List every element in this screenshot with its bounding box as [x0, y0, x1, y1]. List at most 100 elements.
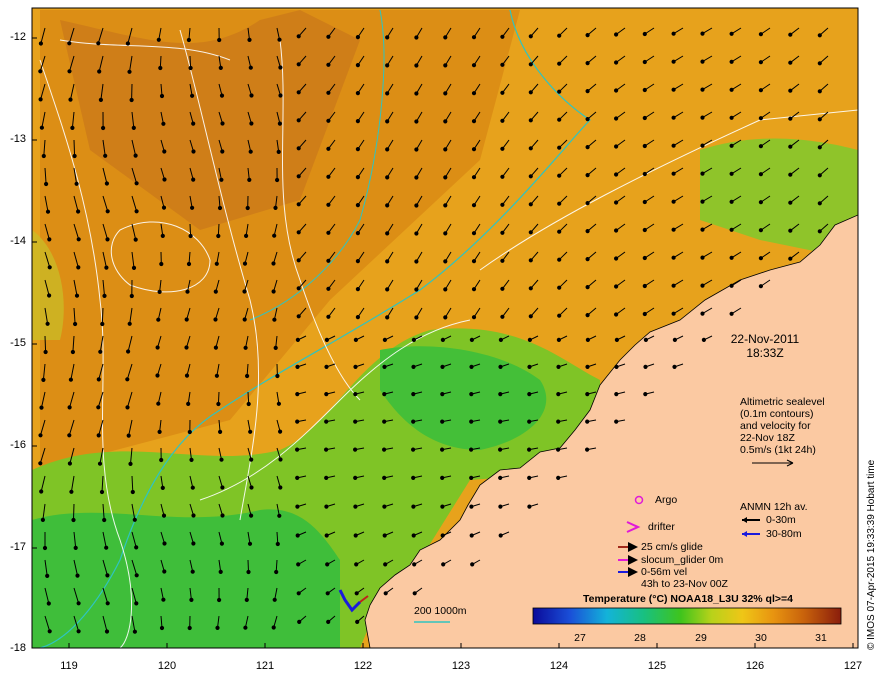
velocity-arrow-head [189, 457, 194, 462]
velocity-arrow-head [671, 171, 676, 176]
velocity-arrow-head [190, 93, 195, 98]
velocity-arrow-head [528, 314, 533, 319]
velocity-arrow-head [161, 121, 166, 126]
velocity-arrow-head [73, 321, 78, 327]
velocity-arrow-head [556, 337, 562, 342]
velocity-arrow-head [213, 289, 218, 294]
velocity-arrow-head [385, 259, 390, 264]
velocity-arrow-head [585, 201, 590, 206]
map-datetime: 22-Nov-2011 18:33Z [700, 332, 830, 360]
velocity-arrow-head [498, 392, 503, 397]
velocity-arrow-head [277, 37, 282, 42]
velocity-arrow-head [700, 87, 705, 92]
velocity-arrow-head [68, 377, 74, 382]
velocity-arrow-head [130, 489, 135, 495]
velocity-arrow-head [75, 573, 80, 578]
velocity-arrow-head [355, 119, 360, 124]
velocity-arrow-head [412, 562, 417, 567]
velocity-arrow-head [671, 227, 676, 232]
velocity-arrow-head [642, 311, 647, 317]
velocity-arrow-head [528, 146, 533, 151]
velocity-arrow-head [278, 457, 283, 462]
velocity-arrow-head [500, 230, 505, 235]
colorbar-tick: 31 [815, 632, 827, 644]
velocity-arrow-head [76, 265, 81, 270]
velocity-arrow-head [700, 143, 705, 148]
velocity-arrow-head [411, 419, 416, 424]
velocity-arrow-head [788, 228, 793, 233]
velocity-arrow-head [295, 447, 300, 452]
velocity-arrow-head [498, 504, 503, 509]
velocity-arrow-head [157, 289, 162, 294]
velocity-arrow-head [44, 181, 49, 187]
velocity-arrow-head [218, 569, 223, 575]
colorbar-tick: 30 [755, 632, 767, 644]
velocity-arrow-head [76, 629, 81, 634]
slocum-label: slocum_glider 0m [641, 554, 724, 566]
velocity-arrow-head [45, 573, 50, 579]
velocity-arrow-head [324, 364, 329, 369]
velocity-arrow-head [527, 504, 532, 509]
velocity-arrow-head [614, 32, 619, 37]
velocity-arrow-head [440, 419, 445, 424]
velocity-arrow-head [41, 153, 46, 159]
velocity-arrow-head [125, 41, 131, 46]
velocity-arrow-head [557, 117, 562, 122]
velocity-arrow-head [500, 202, 505, 207]
velocity-arrow-head [585, 173, 590, 178]
velocity-arrow-head [249, 513, 254, 518]
velocity-arrow-head [414, 91, 419, 96]
velocity-arrow-head [385, 91, 390, 96]
velocity-arrow-head [191, 121, 196, 126]
velocity-arrow-head [585, 145, 590, 150]
velocity-arrow-head [642, 143, 647, 149]
velocity-arrow-head [127, 321, 132, 326]
velocity-arrow-head [527, 364, 532, 369]
velocity-arrow-head [326, 258, 331, 263]
velocity-arrow-head [355, 203, 360, 208]
velocity-arrow-head [700, 31, 705, 36]
velocity-arrow-head [217, 597, 222, 603]
velocity-arrow-head [614, 60, 619, 65]
velocity-arrow-head [355, 231, 360, 236]
velocity-arrow-head [642, 31, 647, 37]
velocity-arrow-head [47, 265, 52, 270]
velocity-arrow-head [296, 230, 301, 235]
velocity-arrow-head [104, 545, 109, 550]
velocity-arrow-head [414, 287, 419, 292]
velocity-arrow-head [326, 146, 331, 151]
velocity-arrow-head [190, 485, 195, 490]
lon-tick: 121 [255, 660, 275, 672]
velocity-arrow-head [43, 349, 48, 355]
velocity-arrow-head [243, 625, 248, 630]
velocity-arrow-head [758, 256, 764, 261]
velocity-arrow-head [471, 259, 477, 264]
lon-tick: 124 [549, 660, 569, 672]
velocity-arrow-head [385, 203, 390, 208]
velocity-arrow-head [471, 315, 477, 320]
velocity-arrow-head [788, 60, 793, 65]
velocity-arrow-head [276, 149, 281, 154]
velocity-arrow-head [382, 364, 387, 369]
velocity-arrow-head [788, 172, 793, 177]
velocity-arrow-head [557, 257, 562, 262]
velocity-arrow-head [324, 419, 329, 424]
velocity-arrow-head [296, 146, 301, 151]
velocity-arrow-head [73, 545, 78, 551]
velocity-arrow-head [102, 293, 107, 298]
velocity-arrow-head [528, 34, 533, 39]
velocity-arrow-head [324, 392, 329, 397]
velocity-arrow-head [440, 392, 445, 397]
velocity-arrow-head [42, 545, 48, 551]
velocity-arrow-head [557, 33, 562, 38]
velocity-arrow-head [614, 337, 620, 342]
velocity-arrow-head [247, 177, 252, 182]
velocity-arrow-head [469, 337, 474, 342]
velocity-arrow-head [275, 177, 280, 183]
velocity-arrow-head [614, 200, 619, 205]
velocity-arrow-head [273, 205, 278, 210]
velocity-arrow-head [296, 34, 301, 39]
velocity-arrow-head [134, 601, 139, 606]
velocity-arrow-head [671, 87, 676, 92]
velocity-arrow-head [353, 364, 358, 369]
